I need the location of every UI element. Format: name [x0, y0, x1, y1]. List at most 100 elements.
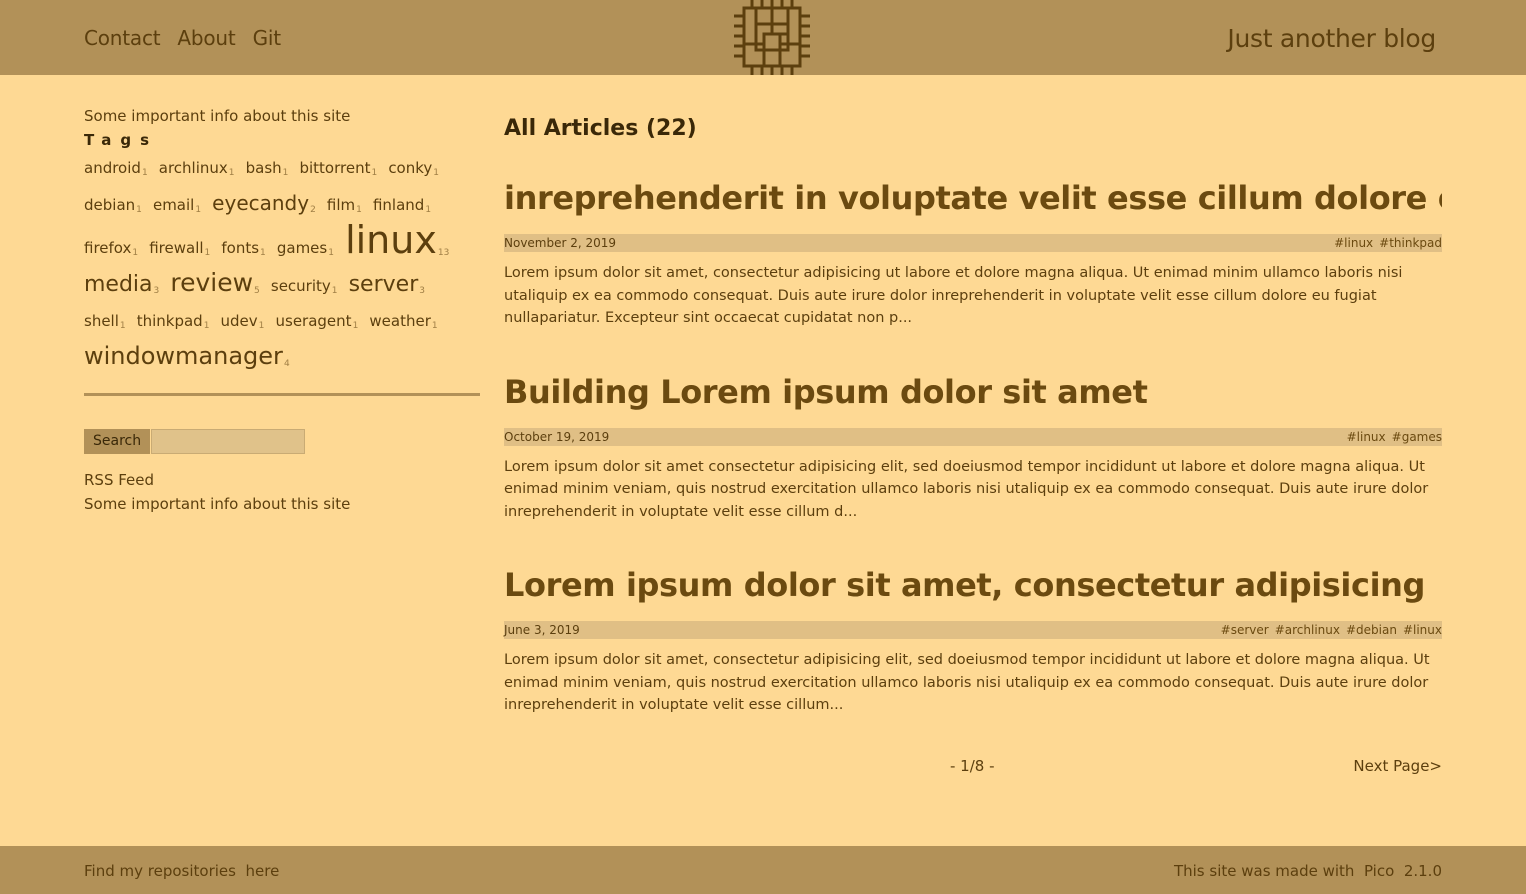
next-page-link[interactable]: Next Page> [1353, 757, 1442, 775]
article-tag-link[interactable]: #archlinux [1275, 623, 1340, 637]
search-form: Search [84, 429, 480, 454]
search-button[interactable]: Search [84, 429, 151, 454]
footer-repos-text: Find my repositories [84, 862, 236, 880]
site-header: Contact About Git Just another blog [0, 0, 1526, 75]
tag-cloud-link[interactable]: film1 [326, 196, 362, 215]
tag-name: windowmanager [84, 342, 283, 370]
tag-name: udev [220, 312, 258, 330]
tag-cloud-link[interactable]: eyecandy2 [212, 191, 316, 215]
chip-logo-icon[interactable] [734, 0, 810, 75]
tag-name: finland [372, 196, 425, 214]
article-title-link[interactable]: Building Lorem ipsum dolor sit amet [504, 370, 1442, 414]
tag-cloud-link[interactable]: conky1 [388, 159, 439, 178]
tag-count: 1 [425, 205, 432, 215]
tag-count: 1 [352, 321, 359, 331]
article-excerpt: Lorem ipsum dolor sit amet consectetur a… [504, 458, 1429, 520]
article-tag-link[interactable]: #games [1392, 430, 1442, 444]
article-excerpt: Lorem ipsum dolor sit amet, consectetur … [504, 652, 1430, 713]
article-title-link[interactable]: Lorem ipsum dolor sit amet, consectetur … [504, 563, 1442, 607]
tag-count: 13 [437, 248, 450, 258]
tag-cloud-link[interactable]: android1 [84, 159, 148, 178]
article-tag-link[interactable]: #linux [1403, 623, 1442, 637]
article-tag-link[interactable]: #server [1221, 623, 1269, 637]
tag-cloud-link[interactable]: security1 [270, 277, 338, 296]
tag-cloud-link[interactable]: games1 [276, 239, 334, 258]
tag-count: 1 [195, 205, 202, 215]
tag-cloud-link[interactable]: server3 [349, 272, 425, 297]
sidebar-info-bottom: Some important info about this site [84, 495, 351, 513]
tag-count: 4 [283, 359, 290, 369]
tag-cloud-link[interactable]: linux13 [345, 218, 449, 262]
tag-cloud-link[interactable]: useragent1 [275, 312, 359, 331]
tag-count: 3 [419, 286, 425, 296]
footer-repos-link[interactable]: here [246, 862, 280, 880]
tag-count: 1 [204, 248, 211, 258]
nav-contact-link[interactable]: Contact [84, 26, 161, 50]
tag-cloud-link[interactable]: bash1 [246, 159, 289, 178]
blog-title[interactable]: Just another blog [1227, 24, 1436, 53]
tag-cloud-link[interactable]: shell1 [84, 312, 126, 331]
tag-name: media [84, 272, 153, 297]
tag-cloud-link[interactable]: firefox1 [84, 239, 138, 258]
article-date: June 3, 2019 [504, 623, 580, 637]
article-tag-link[interactable]: #debian [1346, 623, 1397, 637]
article-tag-link[interactable]: #linux [1334, 236, 1373, 250]
article-tag-link[interactable]: #linux [1347, 430, 1386, 444]
tag-cloud-link[interactable]: finland1 [372, 196, 432, 215]
tag-cloud-link[interactable]: windowmanager4 [84, 342, 290, 370]
tag-count: 1 [136, 205, 142, 215]
tag-count: 1 [258, 321, 265, 331]
search-input[interactable] [151, 429, 306, 454]
tag-count: 1 [331, 286, 338, 296]
tag-name: games [276, 239, 328, 257]
tag-name: android [84, 159, 141, 177]
tag-count: 1 [141, 168, 148, 178]
tag-name: bittorrent [299, 159, 371, 177]
tag-count: 1 [260, 248, 266, 258]
tag-name: weather [369, 312, 431, 330]
footer-pico-link[interactable]: Pico [1364, 862, 1394, 880]
tag-count: 1 [356, 205, 362, 215]
footer-made-with-text: This site was made with [1173, 862, 1355, 880]
tags-heading: Tags [84, 131, 159, 149]
tag-cloud-link[interactable]: thinkpad1 [136, 312, 210, 331]
tag-cloud-link[interactable]: firewall1 [149, 239, 211, 258]
tag-name: security [270, 277, 331, 295]
tag-cloud-link[interactable]: review5 [170, 268, 259, 297]
article-tags: #linux #thinkpad [1328, 236, 1442, 250]
tag-name: linux [345, 218, 437, 262]
pagination: - 1/8 - Next Page> [504, 757, 1442, 779]
article-tag-link[interactable]: #thinkpad [1379, 236, 1442, 250]
tag-name: thinkpad [136, 312, 203, 330]
article-card: Building Lorem ipsum dolor sit amet Octo… [504, 370, 1442, 524]
nav-about-link[interactable]: About [177, 26, 235, 50]
tag-cloud-link[interactable]: fonts1 [221, 239, 266, 258]
article-date: October 19, 2019 [504, 429, 610, 444]
tag-count: 3 [153, 286, 160, 296]
article-meta: November 2, 2019 #linux #thinkpad [504, 234, 1442, 252]
tag-cloud-link[interactable]: debian1 [84, 196, 142, 215]
tag-name: firefox [84, 239, 132, 257]
tag-cloud-link[interactable]: archlinux1 [159, 159, 235, 178]
article-card: Lorem ipsum dolor sit amet, consectetur … [504, 563, 1442, 717]
nav-git-link[interactable]: Git [253, 26, 281, 50]
article-meta: June 3, 2019 #server #archlinux #debian #li… [504, 621, 1442, 639]
tag-count: 1 [282, 168, 289, 178]
tag-name: useragent [275, 312, 352, 330]
tag-count: 2 [310, 205, 316, 215]
tag-count: 1 [431, 321, 438, 331]
footer-version: 2.1.0 [1403, 862, 1442, 880]
tag-cloud-link[interactable]: media3 [84, 272, 159, 297]
article-title-link[interactable]: inreprehenderit in voluptate velit esse … [504, 176, 1442, 220]
article-meta: October 19, 2019 #linux #games [504, 427, 1442, 446]
tag-count: 1 [203, 321, 210, 331]
tag-name: film [326, 196, 356, 214]
tag-cloud-link[interactable]: udev1 [220, 312, 265, 331]
tag-cloud-link[interactable]: bittorrent1 [299, 159, 377, 178]
tag-name: firewall [149, 239, 204, 257]
tag-cloud-link[interactable]: email1 [153, 196, 202, 215]
article-tags: #linux #games [1341, 430, 1442, 444]
tag-name: review [170, 268, 254, 297]
tag-cloud-link[interactable]: weather1 [369, 312, 438, 331]
rss-feed-link[interactable]: RSS Feed [84, 471, 154, 489]
